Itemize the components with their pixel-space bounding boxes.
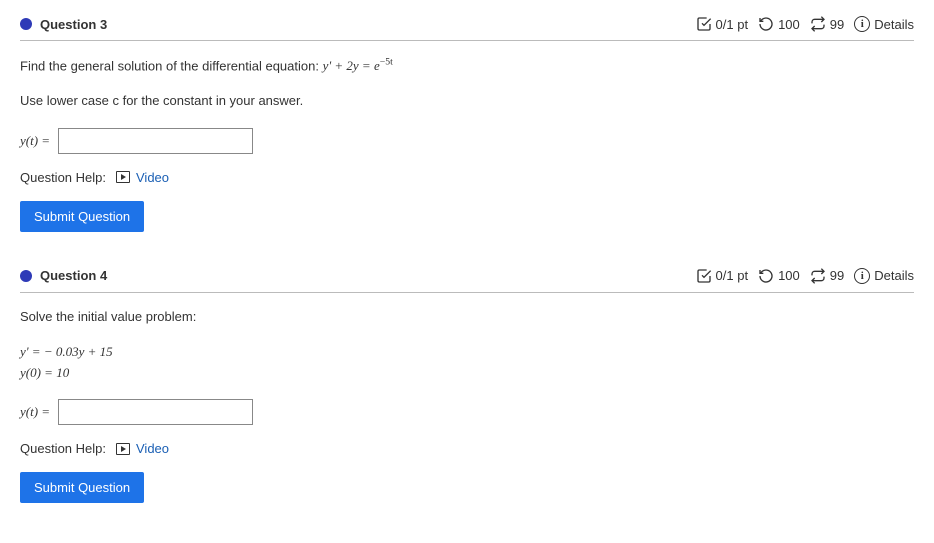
retry-count: 100: [778, 17, 800, 32]
score-meta: 0/1 pt: [696, 268, 749, 284]
score-meta: 0/1 pt: [696, 16, 749, 32]
checkbox-icon: [696, 16, 712, 32]
header-right: 0/1 pt 100 99 i Details: [696, 268, 914, 284]
header-right: 0/1 pt 100 99 i Details: [696, 16, 914, 32]
answer-row: y(t) =: [20, 399, 914, 425]
swap-icon: [810, 268, 826, 284]
info-icon: i: [854, 268, 870, 284]
eq-line-2: y(0) = 10: [20, 363, 914, 384]
question-block-3: Question 3 0/1 pt 100 99 i Details Find …: [20, 10, 914, 232]
bullet-icon: [20, 270, 32, 282]
details-link[interactable]: i Details: [854, 16, 914, 32]
retry-meta: 100: [758, 268, 800, 284]
points-text: 0/1 pt: [716, 17, 749, 32]
retry-count: 100: [778, 268, 800, 283]
checkbox-icon: [696, 268, 712, 284]
answer-input[interactable]: [58, 399, 253, 425]
swap-meta: 99: [810, 268, 844, 284]
question-prompt: Find the general solution of the differe…: [20, 55, 914, 77]
details-link[interactable]: i Details: [854, 268, 914, 284]
video-link[interactable]: Video: [116, 441, 169, 456]
answer-input[interactable]: [58, 128, 253, 154]
header-left: Question 3: [20, 17, 107, 32]
undo-icon: [758, 268, 774, 284]
play-icon: [116, 171, 130, 183]
header-left: Question 4: [20, 268, 107, 283]
help-row: Question Help: Video: [20, 170, 914, 185]
help-label: Question Help:: [20, 170, 106, 185]
question-block-4: Question 4 0/1 pt 100 99 i Details Solve…: [20, 262, 914, 503]
submit-button[interactable]: Submit Question: [20, 201, 144, 232]
prompt-prefix: Find the general solution of the differe…: [20, 58, 323, 73]
points-text: 0/1 pt: [716, 268, 749, 283]
eq-line-1: y' = − 0.03y + 15: [20, 342, 914, 363]
equation: y' + 2y = e−5t: [323, 58, 393, 73]
question-title: Question 3: [40, 17, 107, 32]
equation-block: y' = − 0.03y + 15 y(0) = 10: [20, 342, 914, 384]
swap-count: 99: [830, 17, 844, 32]
question-prompt: Solve the initial value problem:: [20, 307, 914, 328]
swap-count: 99: [830, 268, 844, 283]
bullet-icon: [20, 18, 32, 30]
video-label: Video: [136, 170, 169, 185]
swap-meta: 99: [810, 16, 844, 32]
retry-meta: 100: [758, 16, 800, 32]
help-row: Question Help: Video: [20, 441, 914, 456]
swap-icon: [810, 16, 826, 32]
play-icon: [116, 443, 130, 455]
submit-button[interactable]: Submit Question: [20, 472, 144, 503]
help-label: Question Help:: [20, 441, 106, 456]
question-note: Use lower case c for the constant in you…: [20, 91, 914, 112]
video-label: Video: [136, 441, 169, 456]
info-icon: i: [854, 16, 870, 32]
answer-row: y(t) =: [20, 128, 914, 154]
details-label: Details: [874, 17, 914, 32]
undo-icon: [758, 16, 774, 32]
question-header: Question 4 0/1 pt 100 99 i Details: [20, 262, 914, 293]
answer-label: y(t) =: [20, 133, 50, 149]
answer-label: y(t) =: [20, 404, 50, 420]
video-link[interactable]: Video: [116, 170, 169, 185]
details-label: Details: [874, 268, 914, 283]
question-header: Question 3 0/1 pt 100 99 i Details: [20, 10, 914, 41]
question-title: Question 4: [40, 268, 107, 283]
exponent: −5t: [380, 57, 393, 68]
